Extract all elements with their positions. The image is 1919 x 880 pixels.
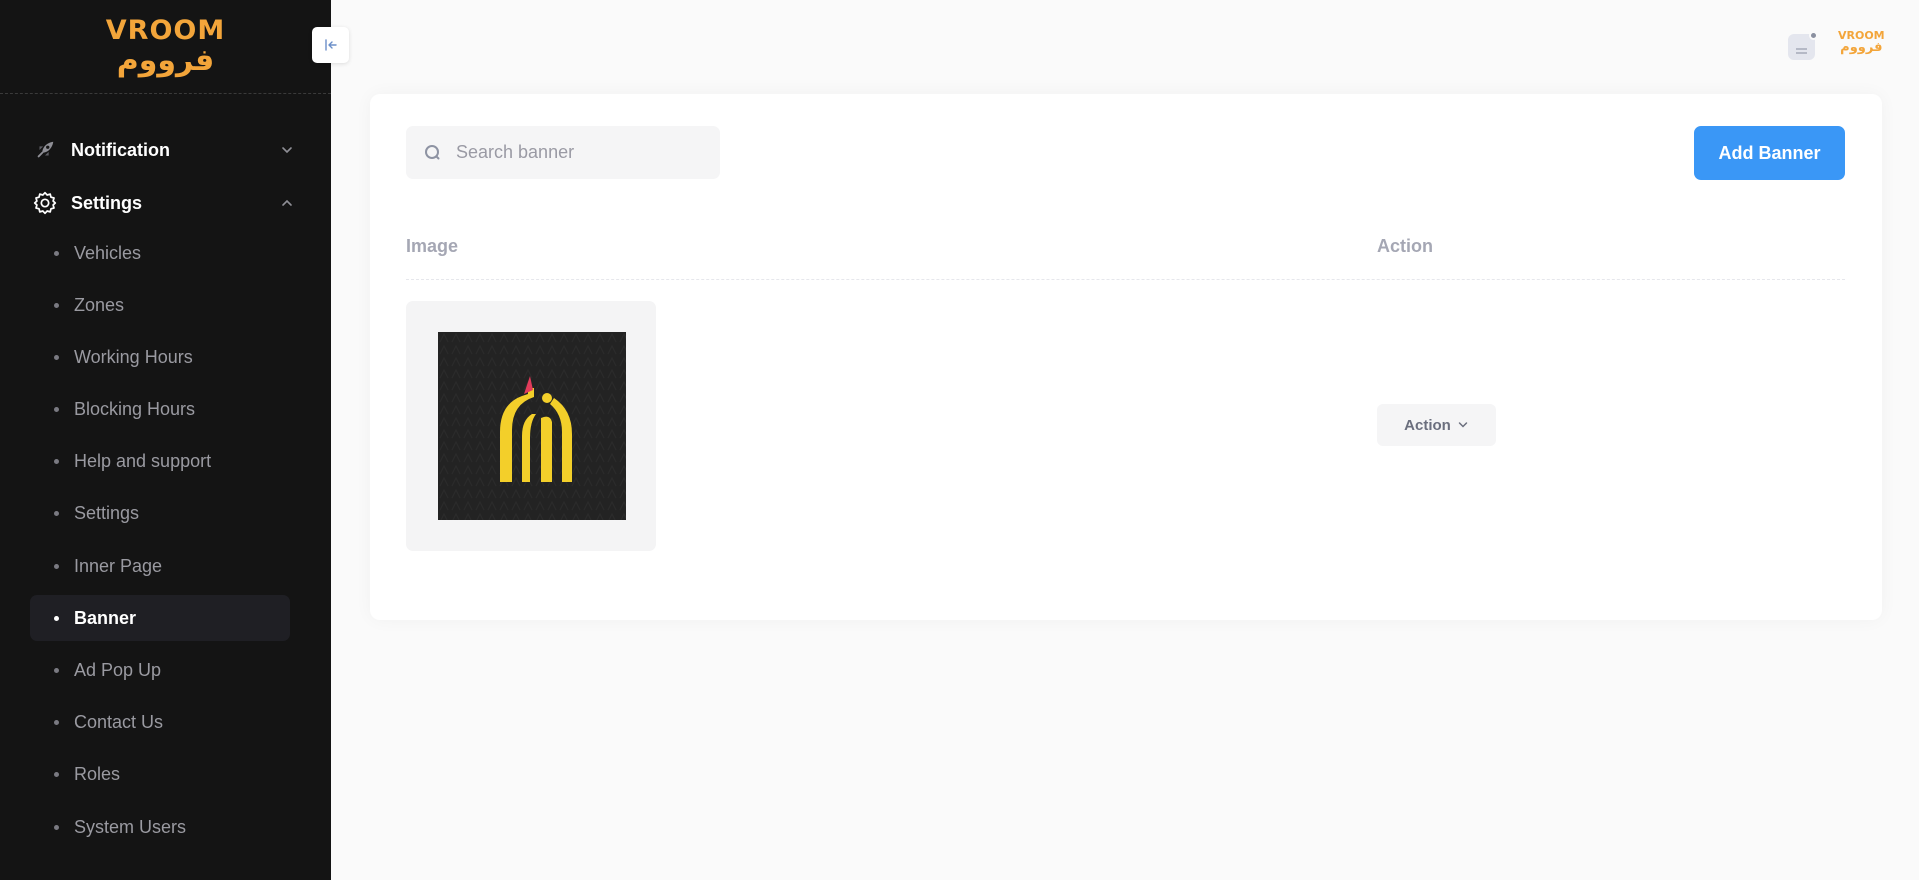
bullet-icon	[54, 615, 59, 621]
bullet-icon	[54, 406, 59, 412]
banner-image-cell	[406, 301, 656, 551]
user-avatar[interactable]	[1788, 31, 1818, 60]
sidebar-item-working-hours[interactable]: Working Hours	[30, 334, 290, 380]
brand-logo[interactable]: VROOM فرووم	[106, 17, 225, 76]
sidebar-item-zones[interactable]: Zones	[30, 282, 290, 328]
column-header-image: Image	[406, 236, 459, 256]
bullet-icon	[54, 719, 59, 725]
table-header-divider	[406, 279, 1845, 280]
banner-logo-graphic	[438, 332, 626, 520]
brand-name-ar: فرووم	[1840, 40, 1883, 55]
sidebar-item-roles[interactable]: Roles	[30, 751, 290, 797]
sidebar-item-label: Blocking Hours	[74, 398, 196, 419]
sidebar-item-label: Banner	[74, 607, 137, 628]
sidebar-section-label: Settings	[71, 192, 143, 213]
sidebar: VROOM فرووم Notification Settings Vehicl…	[0, 0, 331, 880]
sidebar-item-label: Vehicles	[74, 242, 142, 263]
bullet-icon	[54, 510, 59, 516]
bullet-icon	[54, 354, 59, 360]
sidebar-item-blocking-hours[interactable]: Blocking Hours	[30, 386, 290, 432]
sidebar-item-contact-us[interactable]: Contact Us	[30, 699, 290, 745]
sidebar-logo-area: VROOM فرووم	[0, 0, 331, 94]
avatar-line	[1796, 52, 1807, 54]
search-icon	[425, 145, 440, 160]
search-box	[406, 126, 720, 179]
sidebar-item-label: Help and support	[74, 450, 212, 471]
sidebar-item-label: Ad Pop Up	[74, 659, 162, 680]
sidebar-item-system-users[interactable]: System Users	[30, 804, 290, 850]
banner-logo-image[interactable]	[438, 332, 626, 520]
chevron-down-icon	[1458, 422, 1468, 428]
sidebar-section-label: Notification	[71, 139, 170, 160]
column-header-action: Action	[1377, 236, 1433, 256]
avatar-line	[1796, 48, 1807, 50]
bullet-icon	[54, 824, 59, 830]
gear-icon	[30, 188, 60, 218]
brand-name-en: VROOM	[105, 15, 226, 46]
bullet-icon	[54, 771, 59, 777]
arrow-left-to-line-icon	[324, 39, 337, 51]
chevron-up-icon	[282, 199, 292, 206]
bullet-icon	[54, 563, 59, 569]
header-brand-logo: VROOM فرووم	[1838, 30, 1885, 54]
row-action-dropdown[interactable]: Action	[1377, 404, 1496, 446]
sidebar-item-label: Settings	[74, 502, 140, 523]
banner-card: Add Banner Image Action	[370, 94, 1882, 620]
bullet-icon	[54, 458, 59, 464]
sidebar-item-vehicles[interactable]: Vehicles	[30, 230, 290, 276]
add-banner-button[interactable]: Add Banner	[1694, 126, 1845, 180]
chevron-down-icon	[282, 147, 292, 154]
sidebar-section-settings[interactable]: Settings	[30, 183, 295, 223]
brand-name-ar: فرووم	[116, 43, 215, 78]
sidebar-item-label: Contact Us	[74, 711, 164, 732]
sidebar-item-banner[interactable]: Banner	[30, 595, 290, 641]
sidebar-item-inner-page[interactable]: Inner Page	[30, 543, 290, 589]
rocket-icon	[30, 135, 60, 165]
sidebar-item-label: System Users	[74, 816, 187, 837]
bullet-icon	[54, 250, 59, 256]
sidebar-collapse-button[interactable]	[312, 27, 349, 63]
sidebar-item-label: Working Hours	[74, 346, 193, 367]
sidebar-section-notification[interactable]: Notification	[30, 130, 295, 170]
sidebar-item-settings[interactable]: Settings	[30, 490, 290, 536]
sidebar-item-ad-pop-up[interactable]: Ad Pop Up	[30, 647, 290, 693]
sidebar-item-label: Inner Page	[74, 555, 163, 576]
search-input[interactable]	[456, 126, 706, 179]
bullet-icon	[54, 667, 59, 673]
status-dot-icon	[1809, 31, 1818, 40]
sidebar-item-label: Zones	[74, 294, 125, 315]
action-dropdown-label: Action	[1404, 416, 1451, 434]
sidebar-item-help-and-support[interactable]: Help and support	[30, 438, 290, 484]
bullet-icon	[54, 302, 59, 308]
sidebar-item-label: Roles	[74, 763, 121, 784]
